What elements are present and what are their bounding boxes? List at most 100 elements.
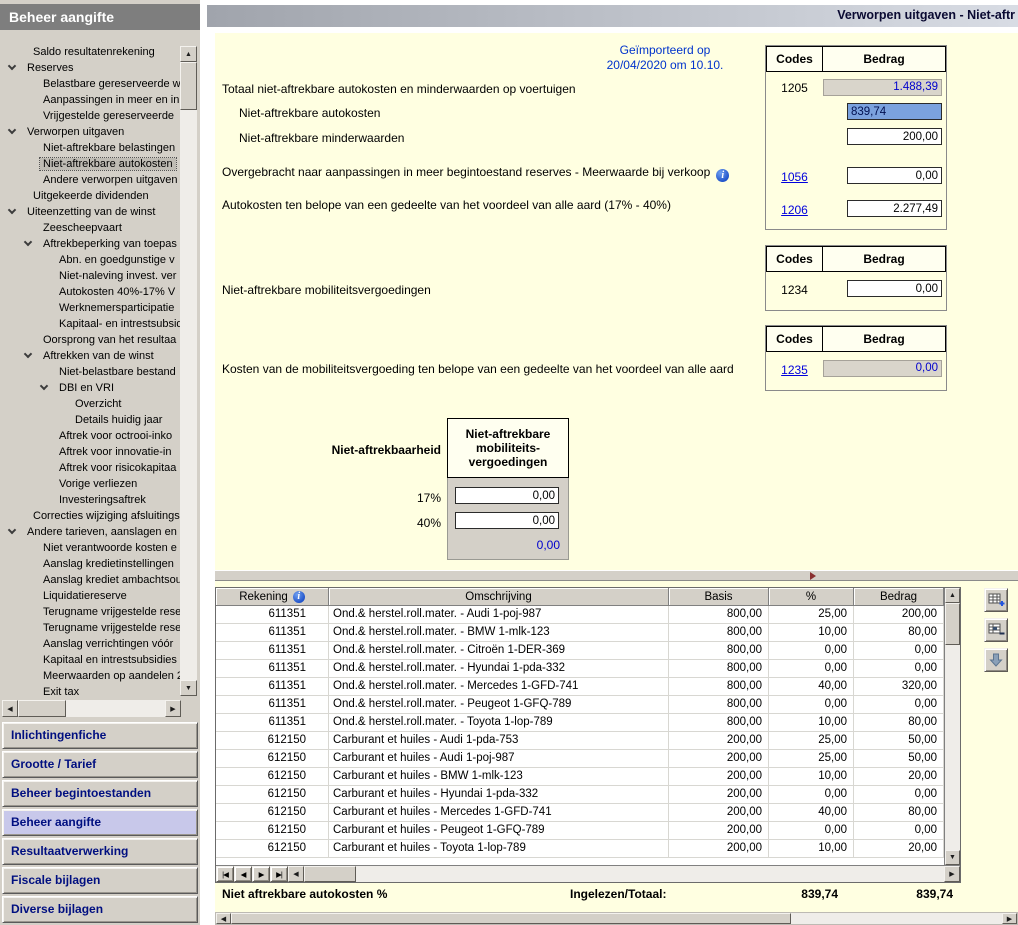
scroll-left-button[interactable]: ◀ — [288, 866, 304, 882]
voordeel-input[interactable] — [847, 200, 942, 217]
nav-button[interactable]: Beheer aangifte — [2, 809, 198, 836]
tree-item[interactable]: Niet-aftrekbare belastingen — [0, 140, 180, 156]
tree-item[interactable]: Abn. en goedgunstige v — [0, 252, 180, 268]
tree-item[interactable]: Exit tax — [0, 684, 180, 700]
scrollbar-thumb[interactable] — [18, 700, 66, 717]
chevron-down-icon[interactable] — [8, 526, 16, 534]
main-horizontal-scrollbar[interactable]: ◀ ▶ — [215, 912, 1018, 925]
scrollbar-track[interactable] — [231, 913, 1002, 924]
chevron-down-icon[interactable] — [8, 126, 16, 134]
chevron-down-icon[interactable] — [24, 238, 32, 246]
tree-item[interactable]: Saldo resultatenrekening — [0, 44, 180, 60]
tree-item[interactable]: Kapitaal- en intrestsubsid — [0, 316, 180, 332]
scrollbar-track[interactable] — [180, 62, 197, 680]
scrollbar-track[interactable] — [945, 603, 960, 850]
tree-item[interactable]: Kapitaal en intrestsubsidies l — [0, 652, 180, 668]
tree-item[interactable]: Aftrek voor risicokapitaa — [0, 460, 180, 476]
scroll-left-button[interactable]: ◀ — [216, 913, 231, 924]
nav-button[interactable]: Grootte / Tarief — [2, 751, 198, 778]
grid-horizontal-scrollbar[interactable]: ◀ ▶ — [288, 866, 960, 882]
tree-item[interactable]: Uiteenzetting van de winst — [0, 204, 180, 220]
tree-vertical-scrollbar[interactable]: ▲ ▼ — [180, 46, 197, 696]
table-row[interactable]: 612150Carburant et huiles - Hyundai 1-pd… — [216, 786, 944, 804]
tree-item[interactable]: Andere tarieven, aanslagen en — [0, 524, 180, 540]
chevron-down-icon[interactable] — [24, 350, 32, 358]
autokosten-input[interactable] — [847, 103, 942, 120]
splitter-arrow-icon[interactable] — [810, 572, 816, 580]
tree-item[interactable]: Aftrek voor octrooi-inko — [0, 428, 180, 444]
nav-button[interactable]: Inlichtingenfiche — [2, 722, 198, 749]
tree-item[interactable]: DBI en VRI — [0, 380, 180, 396]
tree-item[interactable]: Aftrekken van de winst — [0, 348, 180, 364]
scrollbar-thumb[interactable] — [304, 866, 356, 882]
table-row[interactable]: 611351Ond.& herstel.roll.mater. - Toyota… — [216, 714, 944, 732]
first-record-button[interactable]: |◀ — [216, 866, 234, 882]
scroll-right-button[interactable]: ▶ — [1002, 913, 1017, 924]
scrollbar-thumb[interactable] — [945, 603, 960, 645]
scroll-left-button[interactable]: ◀ — [2, 700, 18, 717]
tree-item[interactable]: Belastbare gereserveerde w — [0, 76, 180, 92]
tree-item[interactable]: Aanslag verrichtingen vóór — [0, 636, 180, 652]
tree-item[interactable]: Aanpassingen in meer en in — [0, 92, 180, 108]
table-row[interactable]: 611351Ond.& herstel.roll.mater. - Hyunda… — [216, 660, 944, 678]
nav-button[interactable]: Resultaatverwerking — [2, 838, 198, 865]
info-icon[interactable] — [716, 169, 729, 182]
tree-item[interactable]: Werknemersparticipatie — [0, 300, 180, 316]
tree-item[interactable]: Investeringsaftrek — [0, 492, 180, 508]
tree-item[interactable]: Details huidig jaar — [0, 412, 180, 428]
nav-button[interactable]: Fiscale bijlagen — [2, 867, 198, 894]
table-row[interactable]: 612150Carburant et huiles - Audi 1-poj-9… — [216, 750, 944, 768]
code-1056-link[interactable]: 1056 — [781, 170, 808, 184]
tree-item[interactable]: Uitgekeerde dividenden — [0, 188, 180, 204]
nav-button[interactable]: Beheer begintoestanden — [2, 780, 198, 807]
pct17-input[interactable] — [455, 487, 559, 504]
table-row[interactable]: 611351Ond.& herstel.roll.mater. - Peugeo… — [216, 696, 944, 714]
tree-item[interactable]: Niet-belastbare bestand — [0, 364, 180, 380]
chevron-down-icon[interactable] — [8, 206, 16, 214]
code-1235-link[interactable]: 1235 — [781, 363, 808, 377]
scrollbar-thumb[interactable] — [180, 62, 197, 110]
code-1206-link[interactable]: 1206 — [781, 203, 808, 217]
tree-item[interactable]: Meerwaarden op aandelen 2 — [0, 668, 180, 684]
tree-item[interactable]: Aanslag kredietinstellingen — [0, 556, 180, 572]
scroll-up-button[interactable]: ▲ — [180, 46, 197, 62]
next-record-button[interactable]: ▶ — [252, 866, 270, 882]
tree-item[interactable]: Verworpen uitgaven — [0, 124, 180, 140]
tree-item[interactable]: Correcties wijziging afsluitingsda — [0, 508, 180, 524]
last-record-button[interactable]: ▶| — [270, 866, 288, 882]
table-row[interactable]: 611351Ond.& herstel.roll.mater. - BMW 1-… — [216, 624, 944, 642]
nav-button[interactable]: Diverse bijlagen — [2, 896, 198, 923]
tree-item[interactable]: Aftrekbeperking van toepas — [0, 236, 180, 252]
table-row[interactable]: 612150Carburant et huiles - Mercedes 1-G… — [216, 804, 944, 822]
chevron-down-icon[interactable] — [40, 382, 48, 390]
tree-item[interactable]: Aftrek voor innovatie-in — [0, 444, 180, 460]
table-row[interactable]: 612150Carburant et huiles - Peugeot 1-GF… — [216, 822, 944, 840]
tree-item[interactable]: Overzicht — [0, 396, 180, 412]
tree-item[interactable]: Reserves — [0, 60, 180, 76]
info-icon[interactable] — [293, 591, 305, 603]
horizontal-splitter[interactable] — [215, 570, 1018, 581]
table-row[interactable]: 612150Carburant et huiles - BMW 1-mlk-12… — [216, 768, 944, 786]
tree-item[interactable]: Autokosten 40%-17% V — [0, 284, 180, 300]
grid-vertical-scrollbar[interactable]: ▲ ▼ — [944, 588, 960, 865]
mobiliteitsvergoedingen-input[interactable] — [847, 280, 942, 297]
pct40-input[interactable] — [455, 512, 559, 529]
move-down-button[interactable] — [984, 648, 1008, 672]
tree-item[interactable]: Vorige verliezen — [0, 476, 180, 492]
remove-row-button[interactable] — [984, 618, 1008, 642]
tree-item[interactable]: Niet-naleving invest. ver — [0, 268, 180, 284]
scroll-down-button[interactable]: ▼ — [945, 850, 960, 865]
tree-item[interactable]: Vrijgestelde gereserveerde — [0, 108, 180, 124]
tree-item[interactable]: Liquidatiereserve — [0, 588, 180, 604]
tree-item[interactable]: Andere verworpen uitgaven — [0, 172, 180, 188]
tree-item[interactable]: Oorsprong van het resultaa — [0, 332, 180, 348]
table-row[interactable]: 612150Carburant et huiles - Audi 1-pda-7… — [216, 732, 944, 750]
tree-item[interactable]: Zeescheepvaart — [0, 220, 180, 236]
tree-item[interactable]: Aanslag krediet ambachtsou — [0, 572, 180, 588]
overgebracht-input[interactable] — [847, 167, 942, 184]
scrollbar-thumb[interactable] — [231, 913, 791, 924]
scrollbar-track[interactable] — [18, 700, 165, 717]
add-row-button[interactable] — [984, 588, 1008, 612]
tree-item[interactable]: Terugname vrijgestelde rese — [0, 604, 180, 620]
tree-item[interactable]: Terugname vrijgestelde rese — [0, 620, 180, 636]
